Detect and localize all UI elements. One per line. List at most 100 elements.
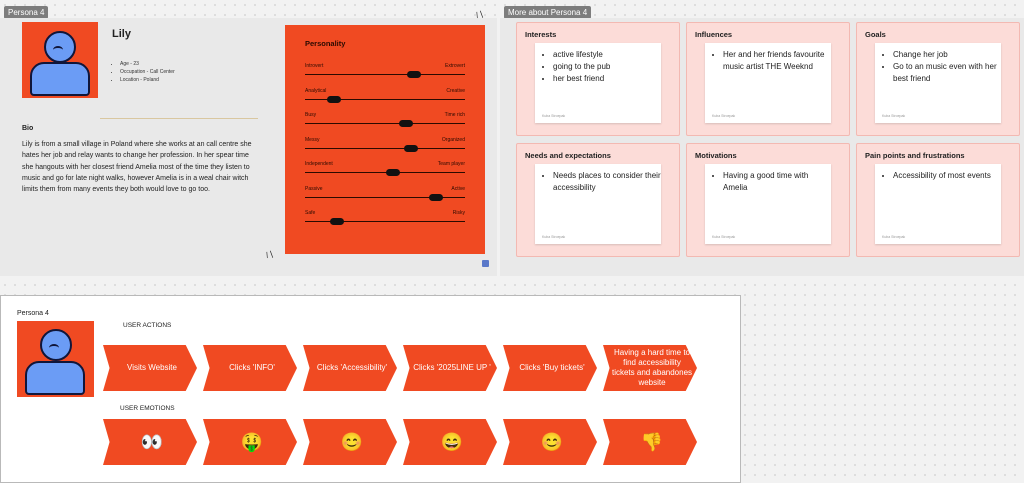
- action-step[interactable]: Visits Website: [103, 345, 197, 391]
- persona-info-card[interactable]: Pain points and frustrations Accessibilit…: [856, 143, 1020, 257]
- sticky-note[interactable]: Having a good time with Amelia Kuba Stroe…: [705, 164, 831, 244]
- slider-knob[interactable]: [386, 169, 400, 176]
- action-step-label: Visits Website: [127, 363, 177, 372]
- persona-avatar: [22, 22, 98, 98]
- bio-divider: [100, 118, 258, 119]
- action-step[interactable]: Clicks '2025LINE UP ': [403, 345, 497, 391]
- bio-text: Lily is from a small village in Poland w…: [22, 141, 252, 194]
- sticky-note[interactable]: Her and her friends favourite music arti…: [705, 43, 831, 123]
- action-step-label: Having a hard time to find accessibility…: [611, 348, 693, 387]
- card-title: Goals: [865, 30, 886, 39]
- emotion-step[interactable]: 😄: [403, 419, 497, 465]
- avatar-body-icon: [30, 62, 90, 96]
- slider-knob[interactable]: [406, 71, 421, 78]
- journey-avatar: [17, 321, 94, 397]
- persona-info-card[interactable]: Motivations Having a good time with Ameli…: [686, 143, 850, 257]
- slider-knob[interactable]: [326, 95, 341, 103]
- more-frame: Interests active lifestylegoing to the pu…: [500, 18, 1024, 276]
- note-list: Having a good time with Amelia: [705, 170, 831, 194]
- note-item: Accessibility of most events: [893, 170, 1001, 182]
- grin-icon: 😄: [440, 432, 464, 452]
- emotion-step[interactable]: 👎: [603, 419, 697, 465]
- sticky-note[interactable]: active lifestylegoing to the pubher best…: [535, 43, 661, 123]
- trait-slider[interactable]: Passive Active: [305, 186, 465, 206]
- trait-left-label: Passive: [305, 185, 323, 192]
- emotion-step[interactable]: 👀: [103, 419, 197, 465]
- action-step[interactable]: Having a hard time to find accessibility…: [603, 345, 697, 391]
- trait-slider[interactable]: Introvert Extrovert: [305, 63, 465, 83]
- persona-info-card[interactable]: Influences Her and her friends favourite …: [686, 22, 850, 136]
- slider-knob[interactable]: [403, 144, 418, 152]
- trait-right-label: Creative: [446, 87, 465, 94]
- trait-slider[interactable]: Analytical Creative: [305, 88, 465, 108]
- note-item: Needs places to consider their accessibi…: [553, 170, 661, 194]
- trait-left-label: Busy: [305, 112, 317, 118]
- sticky-note[interactable]: Accessibility of most events Kuba Stroepa…: [875, 164, 1001, 244]
- user-actions-label: USER ACTIONS: [123, 322, 172, 329]
- trait-right-label: Extrovert: [444, 63, 465, 69]
- journey-frame: Persona 4 USER ACTIONS USER EMOTIONS Vis…: [0, 295, 741, 483]
- slider-track: [305, 74, 465, 75]
- trait-left-label: Messy: [305, 136, 320, 143]
- card-title: Needs and expectations: [525, 151, 611, 160]
- note-item: Having a good time with Amelia: [723, 170, 831, 194]
- personality-title: Personality: [305, 39, 346, 48]
- emotion-step[interactable]: 😊: [303, 419, 397, 465]
- note-list: Change her jobGo to an music even with h…: [875, 49, 1001, 85]
- selection-mark-top-icon: / |: [474, 9, 484, 20]
- eyes-icon: 👀: [140, 432, 164, 452]
- persona-info-card[interactable]: Goals Change her jobGo to an music even w…: [856, 22, 1020, 136]
- action-step-label: Clicks 'Buy tickets': [519, 363, 585, 372]
- note-list: Needs places to consider their accessibi…: [535, 170, 661, 194]
- persona-info-card[interactable]: Interests active lifestylegoing to the pu…: [516, 22, 680, 136]
- persona-name: Lily: [112, 28, 131, 40]
- trait-right-label: Time rich: [444, 112, 465, 118]
- slider-track: [305, 147, 465, 149]
- persona-frame: Lily Age - 23 Occupation - Call Center L…: [0, 9, 497, 276]
- detail-location: Location - Poland: [120, 76, 175, 84]
- action-step[interactable]: Clicks 'Accessibility': [303, 345, 397, 391]
- trait-left-label: Analytical: [305, 87, 327, 94]
- persona-info-card[interactable]: Needs and expectations Needs places to co…: [516, 143, 680, 257]
- sticky-note[interactable]: Change her jobGo to an music even with h…: [875, 43, 1001, 123]
- note-author: Kuba Stroepak: [542, 114, 566, 118]
- emotion-step[interactable]: 🤑: [203, 419, 297, 465]
- money-face-icon: 🤑: [240, 432, 264, 452]
- emotion-step[interactable]: 😊: [503, 419, 597, 465]
- sticky-note[interactable]: Needs places to consider their accessibi…: [535, 164, 661, 244]
- action-step-label: Clicks '2025LINE UP ': [413, 363, 491, 372]
- note-item: Go to an music even with her best friend: [893, 61, 1001, 85]
- note-list: active lifestylegoing to the pubher best…: [535, 49, 661, 85]
- bio-title: Bio: [22, 125, 34, 132]
- slider-knob[interactable]: [398, 120, 413, 127]
- action-step-label: Clicks 'INFO': [229, 363, 275, 372]
- slider-track: [305, 221, 465, 222]
- trait-left-label: Introvert: [305, 63, 324, 69]
- trait-slider[interactable]: Safe Risky: [305, 210, 465, 230]
- trait-slider[interactable]: Busy Time rich: [305, 112, 465, 132]
- slider-knob[interactable]: [330, 218, 344, 225]
- personality-card: Personality Introvert Extrovert Analytical…: [285, 25, 485, 254]
- note-item: active lifestyle: [553, 49, 661, 61]
- action-step[interactable]: Clicks 'Buy tickets': [503, 345, 597, 391]
- selection-mark-bottom-icon: / |: [264, 249, 274, 260]
- trait-slider[interactable]: Messy Organized: [305, 137, 465, 157]
- user-badge-icon[interactable]: [482, 260, 489, 267]
- avatar-body-icon: [25, 361, 85, 395]
- note-list: Accessibility of most events: [875, 170, 1001, 182]
- card-title: Interests: [525, 30, 557, 39]
- avatar-eyes-icon: [53, 46, 63, 54]
- slider-knob[interactable]: [429, 193, 444, 201]
- trait-left-label: Independent: [305, 161, 333, 167]
- detail-occupation: Occupation - Call Center: [120, 68, 175, 76]
- trait-right-label: Risky: [452, 210, 465, 216]
- trait-slider[interactable]: Independent Team player: [305, 161, 465, 181]
- smile-icon: 😊: [540, 432, 564, 452]
- action-step[interactable]: Clicks 'INFO': [203, 345, 297, 391]
- note-author: Kuba Stroepak: [712, 235, 736, 239]
- card-title: Pain points and frustrations: [865, 151, 965, 160]
- card-title: Influences: [695, 30, 733, 39]
- trait-right-label: Active: [451, 185, 465, 192]
- note-item: Her and her friends favourite music arti…: [723, 49, 831, 73]
- persona-details: Age - 23 Occupation - Call Center Locati…: [112, 60, 175, 84]
